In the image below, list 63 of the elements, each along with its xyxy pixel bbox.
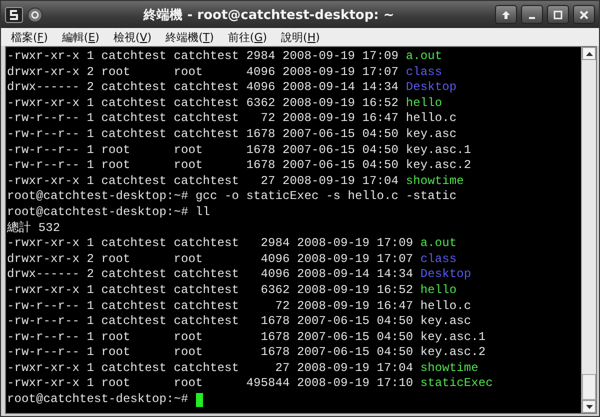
close-button[interactable] xyxy=(573,5,595,24)
window-title: 終端機 - root@catchtest-desktop: ~ xyxy=(142,6,396,24)
file-name: hello xyxy=(406,96,442,112)
file-name: showtime xyxy=(420,360,478,376)
terminal-line: -rwxr-xr-x 1 catchtest catchtest 6362 2008-09-19 16:52 xyxy=(7,282,414,298)
file-name: class xyxy=(420,252,457,268)
terminal-line: -rw-r--r-- 1 root root 1678 2007-06-15 04:50 xyxy=(7,330,414,346)
terminal-line: -rw-r--r-- 1 root root 1678 2007-06-15 04:50 xyxy=(7,158,400,174)
terminal-line: -rw-r--r-- 1 root root 1678 2007-06-15 04:50 xyxy=(7,142,400,158)
file-name: key.asc xyxy=(420,314,472,330)
file-name: key.asc.1 xyxy=(420,330,486,346)
file-name: Desktop xyxy=(406,80,457,96)
terminal-line: -rw-r--r-- 1 catchtest catchtest 1678 2007-06-15 04:50 xyxy=(7,314,414,330)
pin-icon[interactable] xyxy=(27,6,43,22)
menu-item[interactable]: 前往(G) xyxy=(228,30,268,44)
scroll-up-icon[interactable] xyxy=(586,52,592,56)
terminal-line: drwxr-xr-x 2 root root 4096 2008-09-19 17:07 xyxy=(7,252,414,268)
file-name: hello.c xyxy=(406,111,457,127)
terminal-line: -rwxr-xr-x 1 root root 495844 2008-09-19 17:10 xyxy=(7,376,414,392)
roll-up-button[interactable] xyxy=(495,5,517,24)
file-name: key.asc xyxy=(406,126,457,143)
minimize-icon xyxy=(529,17,535,19)
menu-item[interactable]: 檔案(F) xyxy=(11,30,48,44)
terminal-line: root@catchtest-desktop:~# gcc -o staticExec -s hello.c -static xyxy=(7,189,457,205)
up-arrow-icon xyxy=(501,10,511,20)
terminal-line: drwxr-xr-x 2 root root 4096 2008-09-19 17:07 xyxy=(7,64,400,80)
menu-item[interactable]: 編輯(E) xyxy=(62,30,100,44)
terminal-line: -rwxr-xr-x 1 catchtest catchtest 2984 2008-09-19 17:09 xyxy=(7,236,414,252)
file-name: class xyxy=(406,64,442,80)
terminal-line: -rw-r--r-- 1 root root 1678 2007-06-15 04:50 xyxy=(7,345,414,361)
close-icon xyxy=(579,10,589,20)
file-name: key.asc.1 xyxy=(406,142,472,158)
file-name: showtime xyxy=(406,174,464,190)
file-name: staticExec xyxy=(420,376,493,392)
scroll-thumb[interactable] xyxy=(582,374,596,400)
file-name: hello.c xyxy=(420,298,472,314)
menu-item[interactable]: 說明(H) xyxy=(281,30,320,44)
file-name: hello xyxy=(420,282,457,298)
file-name: a.out xyxy=(406,49,442,65)
app-icon[interactable] xyxy=(5,6,23,22)
terminal-line: drwx------ 2 catchtest catchtest 4096 2008-09-14 14:34 xyxy=(7,267,414,283)
terminal-line: -rwxr-xr-x 1 catchtest catchtest 27 2008-09-19 17:04 xyxy=(7,174,400,190)
terminal-line: root@catchtest-desktop:~# ll xyxy=(7,204,210,221)
terminal-line: -rw-r--r-- 1 catchtest catchtest 72 2008-09-19 16:47 xyxy=(7,111,400,127)
maximize-button[interactable] xyxy=(547,5,569,24)
scrollbar[interactable] xyxy=(581,47,596,413)
terminal-line: drwx------ 2 catchtest catchtest 4096 2008-09-14 14:34 xyxy=(7,80,400,96)
menu-item[interactable]: 檢視(V) xyxy=(113,30,152,44)
terminal-line: -rwxr-xr-x 1 catchtest catchtest 2984 2008-09-19 17:09 xyxy=(7,49,400,65)
maximize-icon xyxy=(553,10,563,20)
terminal-line: -rw-r--r-- 1 catchtest catchtest 72 2008-09-19 16:47 xyxy=(7,298,414,314)
terminal-line: -rwxr-xr-x 1 catchtest catchtest 27 2008-09-19 17:04 xyxy=(7,360,414,376)
terminal-line: root@catchtest-desktop:~# xyxy=(7,392,190,408)
file-name: key.asc.2 xyxy=(406,158,472,174)
terminal-line: 總計 532 xyxy=(7,220,60,236)
file-name: a.out xyxy=(420,236,457,252)
menu-item[interactable]: 終端機(T) xyxy=(166,30,214,44)
file-name: Desktop xyxy=(420,267,472,283)
terminal-line: -rw-r--r-- 1 catchtest catchtest 1678 2007-06-15 04:50 xyxy=(7,126,400,143)
minimize-button[interactable] xyxy=(521,5,543,24)
scroll-down-icon[interactable] xyxy=(586,404,592,408)
terminal-line: -rwxr-xr-x 1 catchtest catchtest 6362 2008-09-19 16:52 xyxy=(7,96,400,112)
file-name: key.asc.2 xyxy=(420,345,486,361)
